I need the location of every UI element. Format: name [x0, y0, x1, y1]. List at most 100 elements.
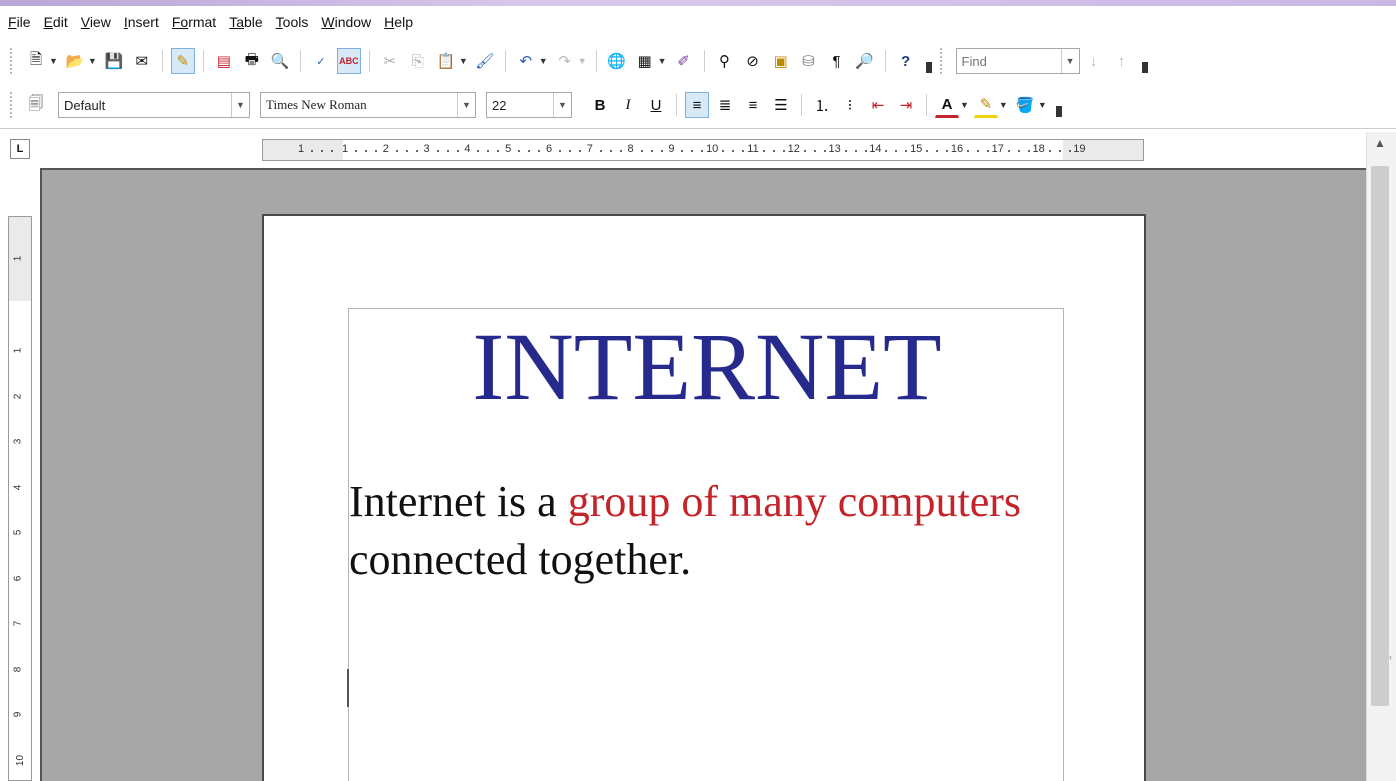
open-dropdown-arrow[interactable]: ▼: [88, 56, 97, 66]
menu-view[interactable]: View: [81, 14, 111, 30]
zoom-icon[interactable]: 🔎: [853, 48, 877, 74]
email-icon[interactable]: ✉: [130, 48, 154, 74]
collapse-handle-icon[interactable]: ‹: [1389, 652, 1392, 662]
font-name-select[interactable]: Times New Roman ▼: [260, 92, 476, 118]
redo-icon[interactable]: ↷: [553, 48, 577, 74]
bullets-icon[interactable]: ⁝: [838, 92, 862, 118]
ruler-tick-mark: [331, 150, 333, 152]
print-icon[interactable]: 🖶: [240, 48, 264, 74]
menu-tools[interactable]: Tools: [276, 14, 309, 30]
autospellcheck-icon[interactable]: ABC: [336, 48, 361, 74]
gallery-icon[interactable]: ▣: [769, 48, 793, 74]
ruler-tick-mark: [365, 150, 367, 152]
vertical-scrollbar[interactable]: ▲ ‹: [1366, 132, 1396, 781]
find-toolbar-overflow-handle[interactable]: [1141, 49, 1148, 73]
background-color-dropdown-arrow[interactable]: ▼: [1038, 100, 1047, 110]
font-color-dropdown-arrow[interactable]: ▼: [960, 100, 969, 110]
chevron-down-icon[interactable]: ▼: [553, 93, 571, 117]
paragraph-style-select[interactable]: Default ▼: [58, 92, 250, 118]
horizontal-ruler[interactable]: 1 1 2 3 4 5 6 7 8 9 10 11 12 13 14 15 16…: [262, 139, 1144, 161]
highlighting-dropdown-arrow[interactable]: ▼: [999, 100, 1008, 110]
increase-indent-icon[interactable]: ⇥: [894, 92, 918, 118]
toolbar-overflow-handle[interactable]: [1055, 93, 1062, 117]
document-paragraph[interactable]: Internet is a group of many computers co…: [349, 473, 1089, 589]
ruler-tick-mark: [487, 150, 490, 152]
chevron-down-icon[interactable]: ▼: [457, 93, 475, 117]
print-preview-icon[interactable]: 🔍: [268, 48, 292, 74]
document-page[interactable]: INTERNET Internet is a group of many com…: [262, 214, 1146, 781]
show-draw-functions-icon[interactable]: ✐: [672, 48, 696, 74]
ruler-tick-mark: [559, 150, 561, 152]
find-next-icon[interactable]: ↓: [1082, 48, 1106, 74]
menu-format[interactable]: Format: [172, 14, 216, 30]
menu-table[interactable]: Table: [229, 14, 262, 30]
new-document-icon[interactable]: 🗎: [24, 48, 48, 74]
menu-file[interactable]: File: [8, 14, 31, 30]
table-icon[interactable]: ▦: [633, 48, 657, 74]
spellcheck-icon[interactable]: ✓: [309, 48, 333, 74]
navigator-icon[interactable]: ⊘: [741, 48, 765, 74]
save-icon[interactable]: 💾: [102, 48, 126, 74]
find-replace-icon[interactable]: ⚲: [713, 48, 737, 74]
undo-dropdown-arrow[interactable]: ▼: [539, 56, 548, 66]
data-sources-icon[interactable]: ⛁: [797, 48, 821, 74]
toolbar-grip[interactable]: [10, 48, 14, 74]
paste-dropdown-arrow[interactable]: ▼: [459, 56, 468, 66]
edit-mode-icon[interactable]: ✎: [170, 48, 195, 74]
paste-icon[interactable]: 📋: [434, 48, 458, 74]
redo-dropdown-arrow[interactable]: ▼: [578, 56, 587, 66]
toolbar-overflow-handle[interactable]: [925, 49, 932, 73]
decrease-indent-icon[interactable]: ⇤: [866, 92, 890, 118]
numbering-icon[interactable]: ⒈: [810, 92, 834, 118]
clone-formatting-icon[interactable]: 🖌: [473, 48, 497, 74]
underline-button[interactable]: U: [644, 92, 668, 118]
tab-stop-selector[interactable]: L: [10, 139, 30, 159]
bold-button[interactable]: B: [588, 92, 612, 118]
open-folder-icon[interactable]: 📂: [63, 48, 87, 74]
ruler-tick-mark: [375, 150, 377, 152]
vertical-ruler[interactable]: 1 1 2 3 4 5 6 7 8 9 10: [8, 216, 32, 781]
help-icon[interactable]: ?: [894, 48, 918, 74]
ruler-tick-mark: [895, 150, 898, 152]
ruler-tick-mark: [722, 150, 725, 152]
font-size-select[interactable]: 22 ▼: [486, 92, 572, 118]
export-pdf-icon[interactable]: ▤: [212, 48, 236, 74]
font-color-icon[interactable]: A: [935, 92, 959, 118]
find-input[interactable]: [961, 53, 1058, 69]
ruler-tick-mark: [609, 150, 612, 152]
italic-button[interactable]: I: [616, 92, 640, 118]
document-heading[interactable]: INTERNET: [349, 316, 1065, 418]
chevron-down-icon[interactable]: ▼: [1060, 49, 1079, 73]
menu-window[interactable]: Window: [321, 14, 371, 30]
align-right-icon[interactable]: ≡: [741, 92, 765, 118]
formatting-marks-icon[interactable]: ¶: [825, 48, 849, 74]
styles-formatting-icon[interactable]: 🗐: [24, 92, 48, 118]
undo-icon[interactable]: ↶: [514, 48, 538, 74]
menu-edit[interactable]: Edit: [44, 14, 68, 30]
ruler-tick-label: 4: [464, 143, 471, 155]
align-left-icon[interactable]: ≡: [685, 92, 709, 118]
text-boundary[interactable]: INTERNET Internet is a group of many com…: [347, 308, 1065, 781]
copy-icon[interactable]: ⎘: [406, 48, 430, 74]
menu-help[interactable]: Help: [384, 14, 413, 30]
highlighting-icon[interactable]: ✎: [973, 92, 998, 118]
chevron-down-icon[interactable]: ▼: [231, 93, 249, 117]
align-center-icon[interactable]: ≣: [713, 92, 737, 118]
justify-icon[interactable]: ☰: [769, 92, 793, 118]
ruler-tick-mark: [599, 150, 602, 152]
new-dropdown-arrow[interactable]: ▼: [49, 56, 58, 66]
scroll-up-icon[interactable]: ▲: [1374, 136, 1386, 150]
hyperlink-icon[interactable]: 🌐: [605, 48, 629, 74]
find-previous-icon[interactable]: ↑: [1110, 48, 1134, 74]
ruler-tick-mark: [823, 150, 826, 152]
background-color-icon[interactable]: 🪣: [1013, 92, 1037, 118]
ruler-tick-mark: [813, 150, 816, 152]
find-combobox[interactable]: ▼: [955, 48, 1080, 74]
menu-insert[interactable]: Insert: [124, 14, 159, 30]
toolbar-grip[interactable]: [10, 92, 14, 118]
find-toolbar-grip[interactable]: [939, 48, 944, 74]
scrollbar-thumb[interactable]: [1371, 166, 1389, 706]
cut-icon[interactable]: ✂: [378, 48, 402, 74]
ruler-tick-mark: [977, 150, 979, 152]
table-dropdown-arrow[interactable]: ▼: [658, 56, 667, 66]
